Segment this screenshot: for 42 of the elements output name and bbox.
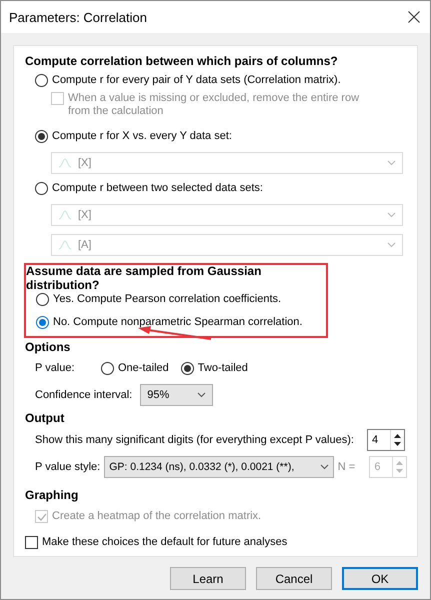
caret-icon [197, 392, 206, 398]
curve-icon [58, 158, 72, 168]
radio-button[interactable] [36, 292, 49, 306]
checkbox[interactable] [25, 536, 38, 550]
p-value-style-dropdown[interactable]: GP: 0.1234 (ns), 0.0332 (*), 0.0021 (**), [104, 456, 334, 478]
field-label: P value: [35, 362, 76, 375]
dialog-button[interactable]: Cancel [256, 567, 332, 590]
section-heading: Compute correlation between which pairs of columns? [25, 52, 339, 70]
radio-button[interactable] [180, 362, 194, 375]
dialog-button[interactable]: OK [342, 567, 418, 590]
field-label: Confidence interval: [35, 388, 132, 402]
section-heading: Output [25, 410, 66, 428]
caret-icon [387, 212, 396, 218]
section-heading: Graphing [25, 487, 80, 504]
caret-icon [320, 464, 329, 470]
caret-icon [387, 242, 396, 248]
radio-label[interactable]: No. Compute nonparametric Spearman correlation. [53, 316, 302, 329]
window-title: Parameters: Correlation [9, 10, 147, 24]
radio-button[interactable] [101, 362, 114, 375]
caret-icon [387, 160, 396, 166]
radio-label[interactable]: Compute r for every pair of Y data sets (Correlation matrix). [52, 74, 341, 88]
radio-label[interactable]: Two-tailed [198, 362, 248, 375]
radio-label[interactable]: Compute r for X vs. every Y data set: [52, 130, 232, 144]
radio-label[interactable]: One-tailed [118, 362, 169, 375]
curve-icon [58, 210, 72, 220]
radio-label[interactable]: Yes. Compute Pearson correlation coefficients. [53, 292, 282, 306]
field-label: P value style: [35, 460, 100, 474]
radio-button[interactable] [36, 316, 49, 329]
field-label: N = [338, 460, 356, 474]
confidence-dropdown[interactable]: 95% [140, 384, 214, 406]
curve-icon [58, 240, 72, 250]
checkbox-label[interactable]: Make these choices the default for future analyses [42, 536, 288, 550]
field-label: Show this many significant digits (for everything except P values): [35, 434, 354, 447]
radio-button[interactable] [35, 130, 48, 144]
close-icon[interactable] [408, 11, 420, 23]
radio-button[interactable] [35, 74, 48, 88]
radio-button[interactable] [35, 182, 48, 196]
number-spinner[interactable]: 4 [367, 429, 405, 452]
section-heading: Assume data are sampled from Gaussian distribution? [26, 268, 262, 288]
radio-label[interactable]: Compute r between two selected data sets: [52, 182, 263, 196]
dialog-button[interactable]: Learn [170, 567, 246, 590]
section-heading: Options [25, 338, 72, 356]
